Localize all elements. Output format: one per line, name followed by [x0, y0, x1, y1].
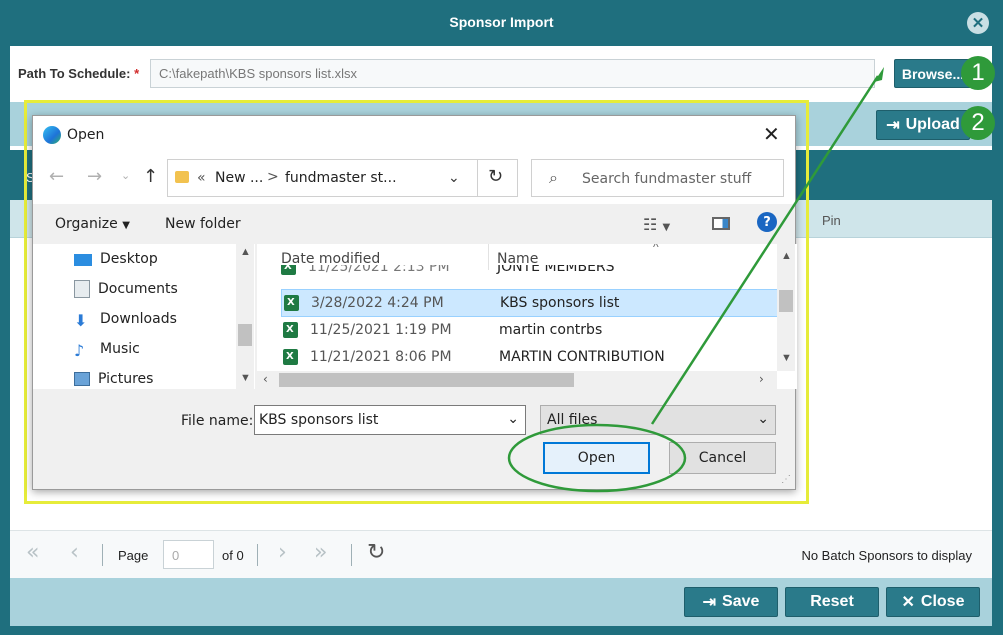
- step-1-badge: 1: [961, 56, 995, 90]
- annotation-arrow-line: [650, 75, 880, 425]
- annotation-arrow-head: [874, 67, 884, 82]
- step-2-badge: 2: [961, 106, 995, 140]
- open-highlight-ellipse: [507, 423, 687, 493]
- annotation-overlay: [507, 67, 884, 493]
